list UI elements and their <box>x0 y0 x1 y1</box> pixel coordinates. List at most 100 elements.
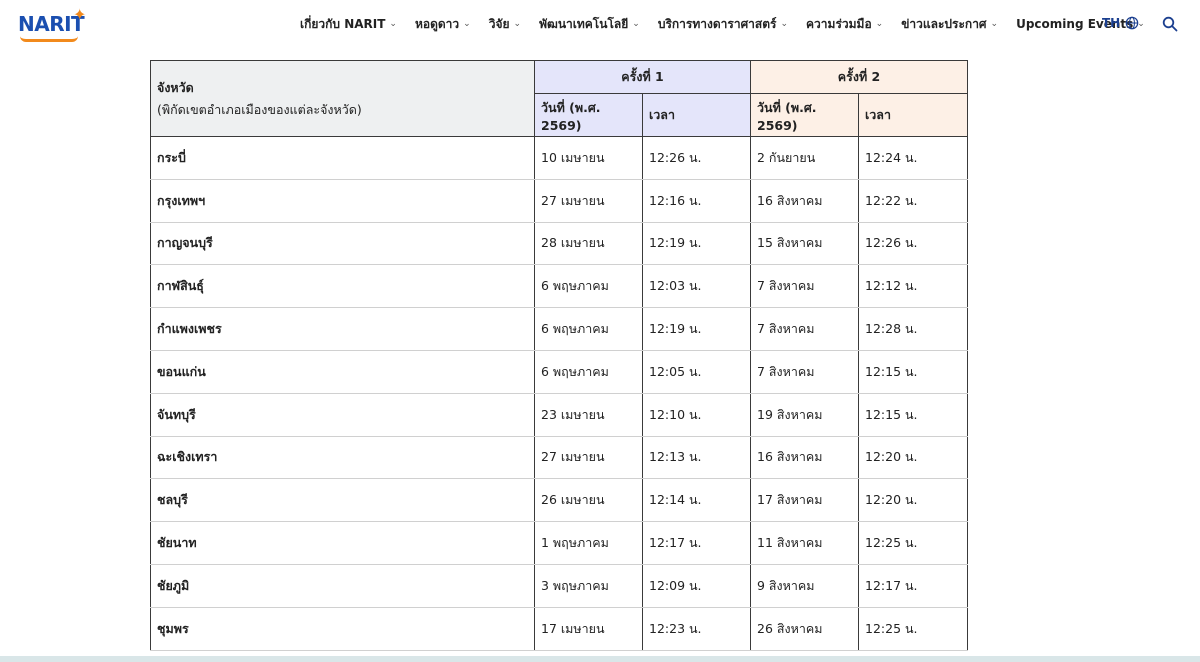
round1-date-cell: 10 เมษายน <box>534 136 643 180</box>
table-row: กระบี่ 10 เมษายน 12:26 น. 2 กันยายน 12:24 น. <box>150 136 968 180</box>
round1-date-cell: 3 พฤษภาคม <box>534 563 643 608</box>
round1-date-cell: 17 เมษายน <box>534 606 643 651</box>
province-cell: จันทบุรี <box>150 392 535 437</box>
province-subheader: (พิกัดเขตอำเภอเมืองของแต่ละจังหวัด) <box>157 101 362 117</box>
round1-date-cell: 1 พฤษภาคม <box>534 521 643 565</box>
table-row: กาญจนบุรี 28 เมษายน 12:19 น. 15 สิงหาคม 12:2… <box>150 221 968 266</box>
province-cell: ขอนแก่น <box>150 349 535 394</box>
round2-header: ครั้งที่ 2 <box>750 60 968 94</box>
round2-date-cell: 15 สิงหาคม <box>750 221 859 266</box>
round2-time-cell: 12:22 น. <box>858 178 968 223</box>
chevron-down-icon: ⌄ <box>632 19 640 29</box>
province-cell: กาญจนบุรี <box>150 221 535 266</box>
language-switcher[interactable]: TH <box>1102 16 1139 30</box>
province-column-header: จังหวัด (พิกัดเขตอำเภอเมืองของแต่ละจังหว… <box>150 60 535 137</box>
nav-label: บริการทางดาราศาสตร์ <box>657 16 777 31</box>
round1-time-cell: 12:14 น. <box>642 478 751 523</box>
round2-date-cell: 17 สิงหาคม <box>750 478 859 523</box>
round1-time-cell: 12:10 น. <box>642 392 751 437</box>
round1-time-cell: 12:09 น. <box>642 563 751 608</box>
round2-time-cell: 12:17 น. <box>858 563 968 608</box>
round2-date-cell: 16 สิงหาคม <box>750 178 859 223</box>
round2-date-cell: 16 สิงหาคม <box>750 435 859 480</box>
round2-date-cell: 19 สิงหาคม <box>750 392 859 437</box>
nav-item-collaboration[interactable]: ความร่วมมือ ⌄ <box>806 15 883 34</box>
round1-date-cell: 6 พฤษภาคม <box>534 349 643 394</box>
nav-label: วิจัย <box>488 16 510 31</box>
round1-time-cell: 12:03 น. <box>642 264 751 309</box>
chevron-down-icon: ⌄ <box>780 19 789 29</box>
chevron-down-icon: ⌄ <box>463 19 471 29</box>
globe-icon <box>1125 16 1139 30</box>
schedule-table: จังหวัด (พิกัดเขตอำเภอเมืองของแต่ละจังหว… <box>150 60 968 651</box>
round2-date-cell: 7 สิงหาคม <box>750 349 859 394</box>
round1-time-cell: 12:19 น. <box>642 307 751 351</box>
province-cell: ชัยนาท <box>150 521 535 565</box>
round2-date-cell: 2 กันยายน <box>750 136 859 180</box>
round1-time-cell: 12:19 น. <box>642 221 751 266</box>
province-cell: กรุงเทพฯ <box>150 178 535 223</box>
nav-item-research[interactable]: วิจัย ⌄ <box>489 15 521 34</box>
round1-time-cell: 12:16 น. <box>642 178 751 223</box>
round1-time-cell: 12:17 น. <box>642 521 751 565</box>
round1-date-header: วันที่ (พ.ศ. 2569) <box>534 93 643 137</box>
nav-item-services[interactable]: บริการทางดาราศาสตร์ ⌄ <box>658 15 788 34</box>
narit-logo[interactable]: NARIT ✦ <box>18 5 87 46</box>
table-row: ชลบุรี 26 เมษายน 12:14 น. 17 สิงหาคม 12:20 น… <box>150 478 968 523</box>
province-header: จังหวัด <box>157 79 194 95</box>
chevron-down-icon: ⌄ <box>990 19 999 29</box>
table-row: กาฬสินธุ์ 6 พฤษภาคม 12:03 น. 7 สิงหาคม 12:12… <box>150 264 968 309</box>
chevron-down-icon: ⌄ <box>389 19 397 29</box>
round1-time-cell: 12:26 น. <box>642 136 751 180</box>
province-cell: ชัยภูมิ <box>150 563 535 608</box>
nav-item-news[interactable]: ข่าวและประกาศ ⌄ <box>901 15 998 34</box>
nav-label: ข่าวและประกาศ <box>901 16 987 31</box>
round1-time-cell: 12:23 น. <box>642 606 751 651</box>
star-icon: ✦ <box>73 5 87 24</box>
round1-time-cell: 12:05 น. <box>642 349 751 394</box>
round2-time-cell: 12:12 น. <box>858 264 968 309</box>
round2-date-cell: 7 สิงหาคม <box>750 307 859 351</box>
round2-time-header: เวลา <box>858 93 968 137</box>
search-icon[interactable] <box>1162 16 1178 32</box>
nav-item-technology[interactable]: พัฒนาเทคโนโลยี ⌄ <box>539 15 640 34</box>
round2-date-cell: 7 สิงหาคม <box>750 264 859 309</box>
round1-date-cell: 28 เมษายน <box>534 221 643 266</box>
nav-item-observatory[interactable]: หอดูดาว ⌄ <box>415 15 471 34</box>
main-nav: เกี่ยวกับ NARIT ⌄ หอดูดาว ⌄ วิจัย ⌄ พัฒนาเท… <box>300 0 1163 48</box>
province-cell: กำแพงเพชร <box>150 307 535 351</box>
round1-date-cell: 27 เมษายน <box>534 178 643 223</box>
table-row: ชัยนาท 1 พฤษภาคม 12:17 น. 11 สิงหาคม 12:25 น… <box>150 521 968 565</box>
nav-item-about[interactable]: เกี่ยวกับ NARIT ⌄ <box>300 15 397 34</box>
round2-time-cell: 12:15 น. <box>858 349 968 394</box>
round2-time-cell: 12:25 น. <box>858 521 968 565</box>
table-row: กรุงเทพฯ 27 เมษายน 12:16 น. 16 สิงหาคม 12:22… <box>150 178 968 223</box>
round1-header: ครั้งที่ 1 <box>534 60 751 94</box>
round2-time-cell: 12:25 น. <box>858 606 968 651</box>
round2-time-cell: 12:28 น. <box>858 307 968 351</box>
province-cell: กระบี่ <box>150 136 535 180</box>
table-row: ชัยภูมิ 3 พฤษภาคม 12:09 น. 9 สิงหาคม 12:17 น… <box>150 563 968 608</box>
province-cell: กาฬสินธุ์ <box>150 264 535 309</box>
round2-date-cell: 26 สิงหาคม <box>750 606 859 651</box>
round2-time-cell: 12:24 น. <box>858 136 968 180</box>
nav-label: เกี่ยวกับ NARIT <box>300 16 386 31</box>
table-body: กระบี่ 10 เมษายน 12:26 น. 2 กันยายน 12:24 น.… <box>150 136 968 651</box>
round1-date-cell: 26 เมษายน <box>534 478 643 523</box>
nav-label: หอดูดาว <box>414 16 460 31</box>
round2-time-cell: 12:15 น. <box>858 392 968 437</box>
round2-date-header: วันที่ (พ.ศ. 2569) <box>750 93 859 137</box>
chevron-down-icon: ⌄ <box>513 19 522 29</box>
round2-time-cell: 12:20 น. <box>858 435 968 480</box>
table-row: ฉะเชิงเทรา 27 เมษายน 12:13 น. 16 สิงหาคม 12:… <box>150 435 968 480</box>
language-label: TH <box>1102 16 1121 30</box>
round1-date-cell: 27 เมษายน <box>534 435 643 480</box>
table-row: ชุมพร 17 เมษายน 12:23 น. 26 สิงหาคม 12:25 น. <box>150 606 968 651</box>
round1-date-cell: 6 พฤษภาคม <box>534 307 643 351</box>
round2-date-cell: 11 สิงหาคม <box>750 521 859 565</box>
round1-date-cell: 6 พฤษภาคม <box>534 264 643 309</box>
bottom-bar <box>0 656 1200 662</box>
round1-time-cell: 12:13 น. <box>642 435 751 480</box>
logo-swoosh <box>20 36 78 42</box>
table-row: กำแพงเพชร 6 พฤษภาคม 12:19 น. 7 สิงหาคม 12:28… <box>150 307 968 351</box>
